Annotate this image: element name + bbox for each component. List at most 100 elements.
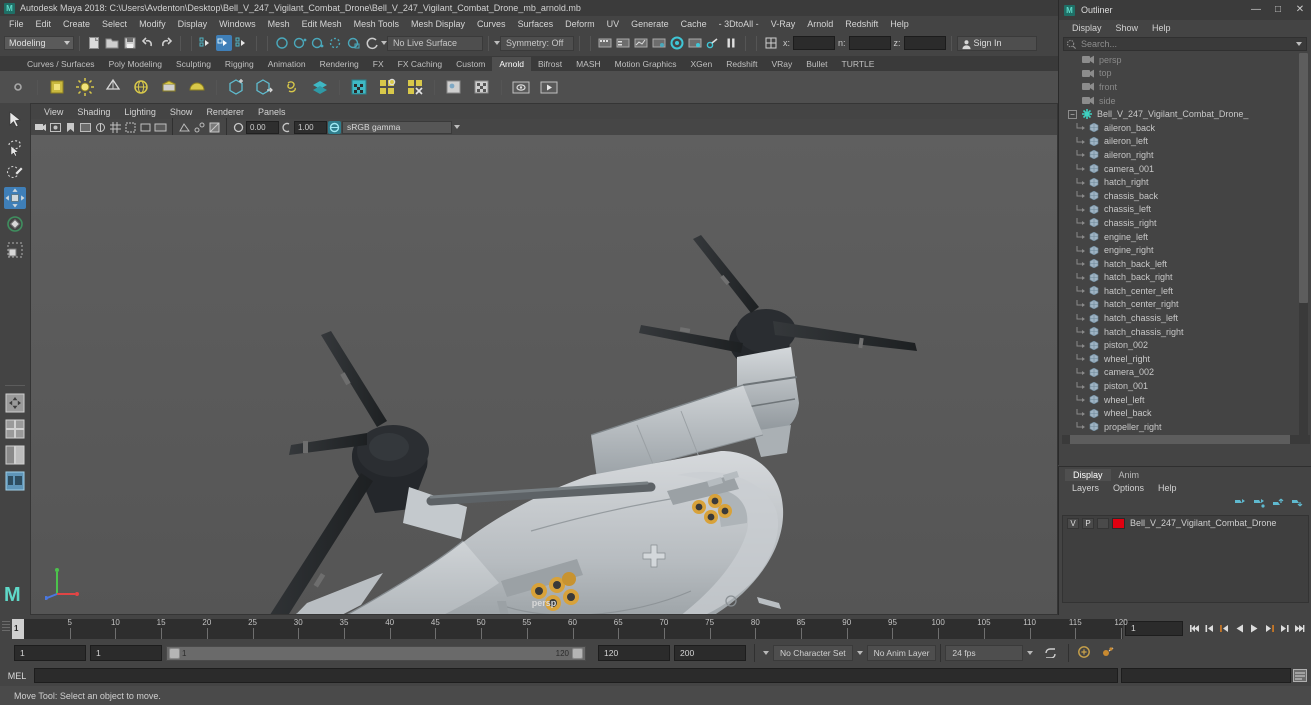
arnold-standin-export-icon[interactable] <box>253 76 275 98</box>
chevron-down-icon[interactable] <box>1296 42 1302 46</box>
menu-item-mesh-display[interactable]: Mesh Display <box>405 18 471 30</box>
shelf-tab-curves-surfaces[interactable]: Curves / Surfaces <box>20 57 102 71</box>
animation-start-time-field[interactable]: 1 <box>14 645 86 661</box>
outliner-item-chassis_left[interactable]: chassis_left <box>1062 203 1302 217</box>
undo-icon[interactable] <box>140 35 156 51</box>
outliner-item-persp[interactable]: persp <box>1062 53 1302 67</box>
shelf-tab-mash[interactable]: MASH <box>569 57 608 71</box>
layer-row[interactable]: V P Bell_V_247_Vigilant_Combat_Drone <box>1063 516 1308 530</box>
outliner-item-chassis_right[interactable]: chassis_right <box>1062 216 1302 230</box>
viewport-menu-lighting[interactable]: Lighting <box>117 107 163 117</box>
outliner-item-hatch_back_left[interactable]: hatch_back_left <box>1062 257 1302 271</box>
outliner-item-camera_001[interactable]: camera_001 <box>1062 162 1302 176</box>
shelf-tab-xgen[interactable]: XGen <box>683 57 720 71</box>
outliner-item-hatch_center_left[interactable]: hatch_center_left <box>1062 284 1302 298</box>
step-forward-frame-button[interactable] <box>1263 622 1276 635</box>
coord-y-field[interactable] <box>848 36 891 50</box>
snap-to-curve-icon[interactable] <box>292 35 308 51</box>
shelf-tab-redshift[interactable]: Redshift <box>719 57 765 71</box>
lasso-select-tool-button[interactable] <box>4 135 26 157</box>
xray-joints-icon[interactable] <box>193 121 206 134</box>
menu-item-create[interactable]: Create <box>57 18 96 30</box>
menu-item-select[interactable]: Select <box>96 18 133 30</box>
select-by-object-type-icon[interactable] <box>216 35 232 51</box>
menu-item-3dtoall[interactable]: - 3DtoAll - <box>713 18 765 30</box>
shelf-tab-animation[interactable]: Animation <box>260 57 313 71</box>
layer-color-swatch[interactable] <box>1112 517 1125 529</box>
arnold-area-light-icon[interactable] <box>46 76 68 98</box>
shelf-tab-poly-modeling[interactable]: Poly Modeling <box>101 57 169 71</box>
arnold-skydome-light-icon[interactable] <box>74 76 96 98</box>
outliner-item-hatch_center_right[interactable]: hatch_center_right <box>1062 298 1302 312</box>
menu-item-arnold[interactable]: Arnold <box>801 18 839 30</box>
scale-tool-button[interactable] <box>4 239 26 261</box>
layer-menu-help[interactable]: Help <box>1151 483 1184 493</box>
select-tool-button[interactable] <box>4 109 26 131</box>
image-plane-icon[interactable] <box>79 121 92 134</box>
playback-speed-field[interactable]: 24 fps <box>945 645 1024 661</box>
menu-item-uv[interactable]: UV <box>601 18 626 30</box>
shelf-tab-arnold[interactable]: Arnold <box>492 57 531 71</box>
outliner-item-wheel_right[interactable]: wheel_right <box>1062 352 1302 366</box>
arnold-physical-sky-icon[interactable] <box>186 76 208 98</box>
play-backwards-button[interactable] <box>1233 622 1246 635</box>
playback-start-time-field[interactable]: 1 <box>90 645 162 661</box>
range-slider-track[interactable]: 1 120 <box>166 645 586 661</box>
outliner-item-aileron_left[interactable]: aileron_left <box>1062 135 1302 149</box>
move-layer-down-button[interactable] <box>1290 497 1303 509</box>
outliner-item-group[interactable]: − Bell_V_247_Vigilant_Combat_Drone_ <box>1062 107 1302 121</box>
step-back-frame-button[interactable] <box>1218 622 1231 635</box>
gamma-icon[interactable] <box>280 121 293 134</box>
layer-playback-toggle[interactable]: P <box>1082 517 1094 529</box>
bookmarks-icon[interactable] <box>64 121 77 134</box>
live-surface-field[interactable]: No Live Surface <box>387 35 483 51</box>
outliner-item-aileron_back[interactable]: aileron_back <box>1062 121 1302 135</box>
exposure-field[interactable]: 0.00 <box>246 120 279 134</box>
grid-toggle-icon[interactable] <box>109 121 122 134</box>
command-language-label[interactable]: MEL <box>0 671 34 681</box>
outliner-item-piston_002[interactable]: piston_002 <box>1062 338 1302 352</box>
menu-item-generate[interactable]: Generate <box>625 18 675 30</box>
select-camera-icon[interactable] <box>34 121 47 134</box>
outliner-tree[interactable]: persp top front side − Bell_V_247_Vigilant_Co… <box>1062 53 1302 435</box>
shelf-tab-sculpting[interactable]: Sculpting <box>168 57 218 71</box>
select-by-component-type-icon[interactable] <box>234 35 250 51</box>
playback-loop-button[interactable] <box>1043 645 1058 661</box>
layer-list[interactable]: V P Bell_V_247_Vigilant_Combat_Drone <box>1062 515 1309 603</box>
snap-to-view-planes-icon[interactable] <box>346 35 362 51</box>
gate-mask-icon[interactable] <box>154 121 167 134</box>
time-slider-grip[interactable] <box>0 619 12 639</box>
current-time-indicator[interactable]: 1 <box>12 618 24 639</box>
snap-to-point-icon[interactable] <box>310 35 326 51</box>
shelf-tab-bullet[interactable]: Bullet <box>799 57 835 71</box>
character-set-field[interactable]: No Character Set <box>773 645 853 661</box>
wireframe-on-shaded-icon[interactable] <box>208 121 221 134</box>
outliner-item-engine_right[interactable]: engine_right <box>1062 243 1302 257</box>
outliner-item-wheel_left[interactable]: wheel_left <box>1062 393 1302 407</box>
viewport-menu-renderer[interactable]: Renderer <box>199 107 251 117</box>
maximize-button[interactable]: □ <box>1267 1 1289 19</box>
time-slider-track[interactable]: 1 5 10 15 20 25 30 35 40 45 50 55 60 65 70 75 80 85 90 95 1… <box>12 618 1128 639</box>
menu-item-mesh-tools[interactable]: Mesh Tools <box>348 18 405 30</box>
show-hide-hypershade-icon[interactable] <box>651 35 667 51</box>
outliner-menu-show[interactable]: Show <box>1109 23 1146 33</box>
sign-in-button[interactable]: Sign In <box>956 35 1037 51</box>
select-by-hierarchy-icon[interactable] <box>198 35 214 51</box>
playback-end-time-field[interactable]: 120 <box>598 645 670 661</box>
layer-editor-tab-display[interactable]: Display <box>1065 469 1111 481</box>
script-editor-icon[interactable] <box>1292 668 1308 683</box>
layer-menu-options[interactable]: Options <box>1106 483 1151 493</box>
collapse-expander-icon[interactable]: − <box>1068 109 1077 119</box>
layer-visibility-toggle[interactable]: V <box>1067 517 1079 529</box>
menu-item-help[interactable]: Help <box>884 18 915 30</box>
show-hide-modeling-editor-icon[interactable] <box>597 35 613 51</box>
two-pane-side-layout-button[interactable] <box>4 444 26 466</box>
arnold-mesh-light-icon[interactable] <box>102 76 124 98</box>
new-layer-from-selected-button[interactable] <box>1252 497 1265 509</box>
animation-preferences-button[interactable] <box>1100 645 1115 662</box>
menu-item-redshift[interactable]: Redshift <box>839 18 884 30</box>
step-forward-keyframe-button[interactable] <box>1278 622 1291 635</box>
arnold-open-render-view-icon[interactable] <box>510 76 532 98</box>
move-tool-button[interactable] <box>4 187 26 209</box>
menu-item-mesh[interactable]: Mesh <box>262 18 296 30</box>
